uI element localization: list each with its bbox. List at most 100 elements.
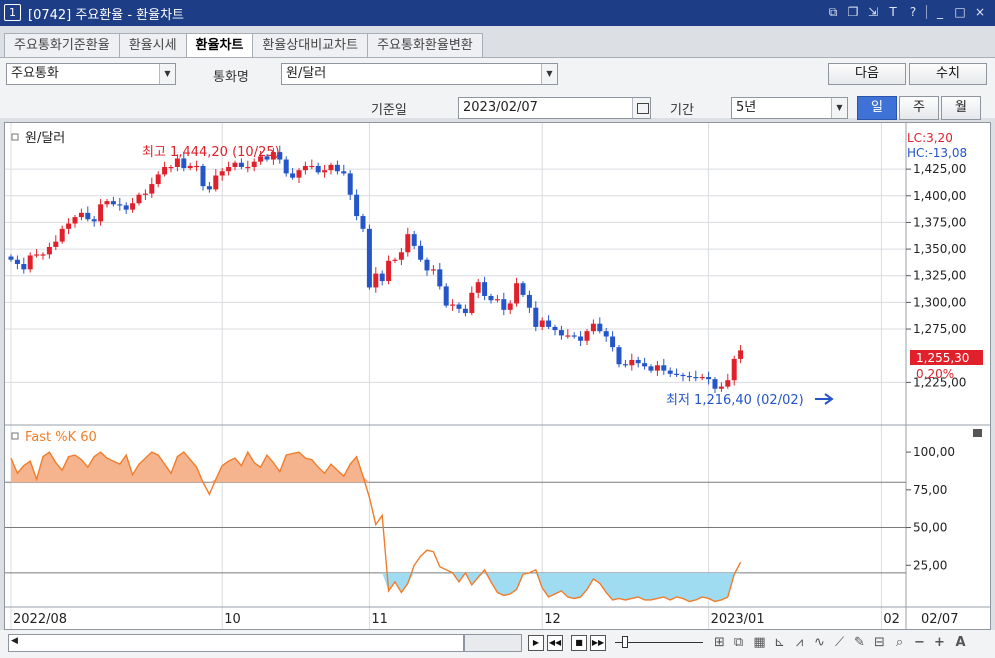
candle-body[interactable] (59, 228, 65, 242)
candle-body[interactable] (366, 228, 372, 288)
candle-body[interactable] (168, 167, 174, 169)
candle-body[interactable] (398, 252, 404, 260)
candle-body[interactable] (341, 171, 347, 174)
tool-trendline-icon[interactable]: ⊾ (772, 634, 787, 651)
candle-body[interactable] (386, 260, 392, 282)
candle-body[interactable] (635, 359, 641, 364)
candle-body[interactable] (629, 359, 635, 366)
candle-body[interactable] (194, 165, 200, 168)
chart-canvas[interactable]: 원/달러 LC:3,20 HC:-13,08 1,425,00 1,400,00 1… (5, 123, 990, 629)
candle-body[interactable] (642, 363, 648, 367)
tab-currency-converter[interactable]: 주요통화환율변환 (367, 33, 483, 57)
candle-body[interactable] (72, 217, 78, 224)
tool-fib-icon[interactable]: ⟋ (832, 634, 847, 651)
candle-body[interactable] (302, 165, 308, 171)
chevron-down-icon[interactable]: ▼ (159, 64, 175, 84)
candle-body[interactable] (546, 320, 552, 327)
zoom-in-icon[interactable]: + (932, 634, 947, 651)
candle-body[interactable] (354, 194, 360, 217)
period-select[interactable]: 5년 ▼ (731, 97, 848, 119)
candle-body[interactable] (155, 174, 161, 185)
candle-body[interactable] (654, 365, 660, 371)
font-size-icon[interactable]: T (884, 3, 902, 21)
candle-body[interactable] (78, 212, 84, 218)
candle-body[interactable] (475, 282, 481, 293)
tab-relative-compare-chart[interactable]: 환율상대비교차트 (252, 33, 369, 57)
candle-body[interactable] (584, 331, 590, 341)
candle-body[interactable] (418, 245, 424, 260)
help-icon[interactable]: ? (904, 3, 922, 21)
zoom-icon[interactable]: ⌕ (892, 634, 907, 651)
copy-window-icon[interactable]: ❐ (844, 3, 862, 21)
candle-body[interactable] (462, 308, 468, 314)
candle-body[interactable] (334, 164, 340, 172)
candle-body[interactable] (552, 326, 558, 331)
candle-body[interactable] (85, 212, 91, 220)
candle-body[interactable] (565, 335, 571, 337)
scroll-left-icon[interactable]: ◀ (11, 636, 18, 646)
candle-body[interactable] (110, 201, 116, 205)
candle-body[interactable] (213, 175, 219, 190)
candle-body[interactable] (219, 171, 225, 176)
stop-icon[interactable]: ■ (571, 635, 587, 651)
chart-area[interactable]: 원/달러 LC:3,20 HC:-13,08 1,425,00 1,400,00 1… (4, 122, 991, 630)
candle-body[interactable] (597, 323, 603, 332)
candle-body[interactable] (290, 173, 296, 178)
candle-body[interactable] (8, 256, 14, 260)
candle-body[interactable] (622, 364, 628, 366)
candle-body[interactable] (405, 234, 411, 253)
tab-rate-quotes[interactable]: 환율시세 (118, 33, 187, 57)
tool-draw-icon[interactable]: ✎ (852, 634, 867, 651)
candle-body[interactable] (686, 375, 692, 378)
candle-body[interactable] (66, 223, 72, 229)
candle-body[interactable] (347, 173, 353, 195)
candle-body[interactable] (40, 254, 46, 256)
zoom-slider-handle[interactable] (622, 636, 628, 648)
candle-body[interactable] (117, 204, 123, 206)
tab-major-currency-rates[interactable]: 주요통화기준환율 (4, 33, 120, 57)
candle-body[interactable] (571, 335, 577, 337)
candle-body[interactable] (616, 347, 622, 365)
candle-body[interactable] (450, 304, 456, 306)
candle-body[interactable] (98, 204, 104, 222)
period-daily-button[interactable]: 일 (857, 96, 897, 120)
candle-body[interactable] (296, 170, 302, 178)
rewind-icon[interactable]: ◀◀ (547, 635, 563, 651)
candle-body[interactable] (507, 303, 513, 310)
candle-body[interactable] (456, 304, 462, 309)
candle-body[interactable] (469, 292, 475, 314)
link-window-icon[interactable]: ⧉ (824, 3, 842, 21)
candle-body[interactable] (315, 165, 321, 173)
zoom-slider[interactable] (615, 642, 703, 643)
chevron-down-icon[interactable]: ▼ (541, 64, 557, 84)
candle-body[interactable] (437, 269, 443, 287)
candle-body[interactable] (373, 273, 379, 288)
candle-body[interactable] (482, 282, 488, 296)
next-button[interactable]: 다음 (828, 63, 906, 85)
candle-body[interactable] (610, 336, 616, 348)
tool-chart-icon[interactable]: ▦ (752, 634, 767, 651)
currency-group-select[interactable]: 주요통화 ▼ (6, 63, 176, 85)
candle-body[interactable] (251, 161, 257, 167)
period-weekly-button[interactable]: 주 (899, 96, 939, 120)
candle-body[interactable] (558, 330, 564, 336)
candle-body[interactable] (226, 167, 232, 172)
play-icon[interactable]: ▶ (528, 635, 544, 651)
close-icon[interactable]: × (971, 3, 989, 21)
candle-body[interactable] (283, 159, 289, 174)
candle-body[interactable] (232, 162, 238, 167)
candle-body[interactable] (91, 219, 97, 222)
candle-body[interactable] (501, 299, 507, 310)
candle-body[interactable] (309, 165, 315, 168)
horizontal-scrollbar[interactable]: ◀ (8, 634, 464, 652)
pin-icon[interactable]: ⇲ (864, 3, 882, 21)
period-monthly-button[interactable]: 월 (941, 96, 981, 120)
candle-body[interactable] (539, 320, 545, 327)
candle-body[interactable] (187, 165, 193, 169)
candle-body[interactable] (379, 273, 385, 282)
scroll-thumb[interactable] (464, 634, 522, 652)
candle-body[interactable] (725, 380, 731, 387)
candle-body[interactable] (674, 373, 680, 376)
chevron-down-icon[interactable]: ▼ (831, 98, 847, 118)
candle-body[interactable] (46, 246, 52, 255)
